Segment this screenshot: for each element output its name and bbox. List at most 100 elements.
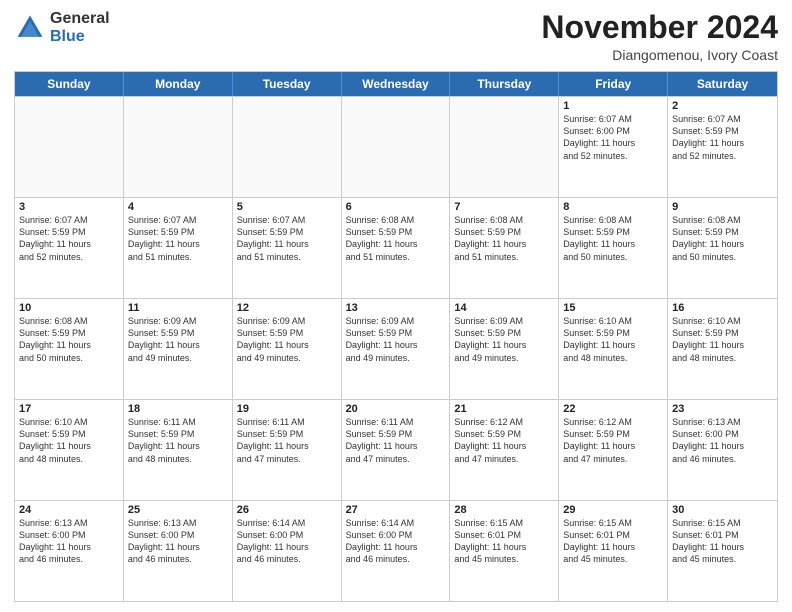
calendar-cell-day-2: 2Sunrise: 6:07 AM Sunset: 5:59 PM Daylig… bbox=[668, 97, 777, 197]
day-number: 7 bbox=[454, 201, 554, 213]
calendar-body: 1Sunrise: 6:07 AM Sunset: 6:00 PM Daylig… bbox=[15, 96, 777, 601]
cell-info: Sunrise: 6:08 AM Sunset: 5:59 PM Dayligh… bbox=[454, 214, 554, 263]
day-number: 20 bbox=[346, 403, 446, 415]
day-number: 17 bbox=[19, 403, 119, 415]
calendar-cell-day-10: 10Sunrise: 6:08 AM Sunset: 5:59 PM Dayli… bbox=[15, 299, 124, 399]
day-number: 13 bbox=[346, 302, 446, 314]
day-number: 9 bbox=[672, 201, 773, 213]
day-number: 11 bbox=[128, 302, 228, 314]
cell-info: Sunrise: 6:09 AM Sunset: 5:59 PM Dayligh… bbox=[128, 315, 228, 364]
cell-info: Sunrise: 6:08 AM Sunset: 5:59 PM Dayligh… bbox=[346, 214, 446, 263]
cell-info: Sunrise: 6:07 AM Sunset: 5:59 PM Dayligh… bbox=[672, 113, 773, 162]
day-number: 2 bbox=[672, 100, 773, 112]
calendar-row-1: 1Sunrise: 6:07 AM Sunset: 6:00 PM Daylig… bbox=[15, 96, 777, 197]
calendar-cell-day-25: 25Sunrise: 6:13 AM Sunset: 6:00 PM Dayli… bbox=[124, 501, 233, 601]
cell-info: Sunrise: 6:13 AM Sunset: 6:00 PM Dayligh… bbox=[19, 517, 119, 566]
cell-info: Sunrise: 6:11 AM Sunset: 5:59 PM Dayligh… bbox=[346, 416, 446, 465]
day-number: 14 bbox=[454, 302, 554, 314]
calendar-row-4: 17Sunrise: 6:10 AM Sunset: 5:59 PM Dayli… bbox=[15, 399, 777, 500]
calendar-cell-day-30: 30Sunrise: 6:15 AM Sunset: 6:01 PM Dayli… bbox=[668, 501, 777, 601]
day-number: 26 bbox=[237, 504, 337, 516]
logo-general: General bbox=[50, 10, 110, 28]
day-number: 23 bbox=[672, 403, 773, 415]
cell-info: Sunrise: 6:10 AM Sunset: 5:59 PM Dayligh… bbox=[563, 315, 663, 364]
logo: General Blue bbox=[14, 10, 110, 45]
calendar-cell-day-17: 17Sunrise: 6:10 AM Sunset: 5:59 PM Dayli… bbox=[15, 400, 124, 500]
calendar-cell-day-3: 3Sunrise: 6:07 AM Sunset: 5:59 PM Daylig… bbox=[15, 198, 124, 298]
day-number: 8 bbox=[563, 201, 663, 213]
cell-info: Sunrise: 6:15 AM Sunset: 6:01 PM Dayligh… bbox=[563, 517, 663, 566]
day-number: 10 bbox=[19, 302, 119, 314]
header: General Blue November 2024 Diangomenou, … bbox=[14, 10, 778, 63]
day-number: 5 bbox=[237, 201, 337, 213]
calendar-cell-day-7: 7Sunrise: 6:08 AM Sunset: 5:59 PM Daylig… bbox=[450, 198, 559, 298]
calendar-cell-day-8: 8Sunrise: 6:08 AM Sunset: 5:59 PM Daylig… bbox=[559, 198, 668, 298]
cell-info: Sunrise: 6:09 AM Sunset: 5:59 PM Dayligh… bbox=[237, 315, 337, 364]
cell-info: Sunrise: 6:07 AM Sunset: 5:59 PM Dayligh… bbox=[237, 214, 337, 263]
day-number: 1 bbox=[563, 100, 663, 112]
cell-info: Sunrise: 6:13 AM Sunset: 6:00 PM Dayligh… bbox=[672, 416, 773, 465]
cell-info: Sunrise: 6:08 AM Sunset: 5:59 PM Dayligh… bbox=[672, 214, 773, 263]
cell-info: Sunrise: 6:08 AM Sunset: 5:59 PM Dayligh… bbox=[563, 214, 663, 263]
cell-info: Sunrise: 6:07 AM Sunset: 5:59 PM Dayligh… bbox=[19, 214, 119, 263]
calendar-cell-empty bbox=[342, 97, 451, 197]
calendar-cell-day-11: 11Sunrise: 6:09 AM Sunset: 5:59 PM Dayli… bbox=[124, 299, 233, 399]
calendar-cell-empty bbox=[450, 97, 559, 197]
calendar-cell-day-4: 4Sunrise: 6:07 AM Sunset: 5:59 PM Daylig… bbox=[124, 198, 233, 298]
weekday-header-tuesday: Tuesday bbox=[233, 72, 342, 96]
cell-info: Sunrise: 6:12 AM Sunset: 5:59 PM Dayligh… bbox=[454, 416, 554, 465]
cell-info: Sunrise: 6:12 AM Sunset: 5:59 PM Dayligh… bbox=[563, 416, 663, 465]
day-number: 6 bbox=[346, 201, 446, 213]
cell-info: Sunrise: 6:10 AM Sunset: 5:59 PM Dayligh… bbox=[672, 315, 773, 364]
calendar-cell-day-5: 5Sunrise: 6:07 AM Sunset: 5:59 PM Daylig… bbox=[233, 198, 342, 298]
cell-info: Sunrise: 6:15 AM Sunset: 6:01 PM Dayligh… bbox=[672, 517, 773, 566]
calendar-cell-day-22: 22Sunrise: 6:12 AM Sunset: 5:59 PM Dayli… bbox=[559, 400, 668, 500]
page: General Blue November 2024 Diangomenou, … bbox=[0, 0, 792, 612]
calendar-cell-day-12: 12Sunrise: 6:09 AM Sunset: 5:59 PM Dayli… bbox=[233, 299, 342, 399]
calendar-row-2: 3Sunrise: 6:07 AM Sunset: 5:59 PM Daylig… bbox=[15, 197, 777, 298]
cell-info: Sunrise: 6:07 AM Sunset: 6:00 PM Dayligh… bbox=[563, 113, 663, 162]
calendar-cell-day-19: 19Sunrise: 6:11 AM Sunset: 5:59 PM Dayli… bbox=[233, 400, 342, 500]
calendar-cell-day-15: 15Sunrise: 6:10 AM Sunset: 5:59 PM Dayli… bbox=[559, 299, 668, 399]
cell-info: Sunrise: 6:09 AM Sunset: 5:59 PM Dayligh… bbox=[454, 315, 554, 364]
day-number: 30 bbox=[672, 504, 773, 516]
calendar-cell-day-20: 20Sunrise: 6:11 AM Sunset: 5:59 PM Dayli… bbox=[342, 400, 451, 500]
logo-icon bbox=[14, 12, 46, 44]
day-number: 29 bbox=[563, 504, 663, 516]
day-number: 27 bbox=[346, 504, 446, 516]
cell-info: Sunrise: 6:10 AM Sunset: 5:59 PM Dayligh… bbox=[19, 416, 119, 465]
calendar-cell-day-23: 23Sunrise: 6:13 AM Sunset: 6:00 PM Dayli… bbox=[668, 400, 777, 500]
weekday-header-saturday: Saturday bbox=[668, 72, 777, 96]
day-number: 4 bbox=[128, 201, 228, 213]
calendar-cell-empty bbox=[233, 97, 342, 197]
weekday-header-sunday: Sunday bbox=[15, 72, 124, 96]
calendar-cell-empty bbox=[124, 97, 233, 197]
calendar-cell-day-1: 1Sunrise: 6:07 AM Sunset: 6:00 PM Daylig… bbox=[559, 97, 668, 197]
day-number: 16 bbox=[672, 302, 773, 314]
logo-text: General Blue bbox=[50, 10, 110, 45]
weekday-header-wednesday: Wednesday bbox=[342, 72, 451, 96]
calendar-cell-day-26: 26Sunrise: 6:14 AM Sunset: 6:00 PM Dayli… bbox=[233, 501, 342, 601]
calendar: SundayMondayTuesdayWednesdayThursdayFrid… bbox=[14, 71, 778, 602]
day-number: 28 bbox=[454, 504, 554, 516]
cell-info: Sunrise: 6:14 AM Sunset: 6:00 PM Dayligh… bbox=[237, 517, 337, 566]
cell-info: Sunrise: 6:08 AM Sunset: 5:59 PM Dayligh… bbox=[19, 315, 119, 364]
cell-info: Sunrise: 6:14 AM Sunset: 6:00 PM Dayligh… bbox=[346, 517, 446, 566]
month-title: November 2024 bbox=[541, 10, 778, 45]
day-number: 15 bbox=[563, 302, 663, 314]
calendar-row-5: 24Sunrise: 6:13 AM Sunset: 6:00 PM Dayli… bbox=[15, 500, 777, 601]
calendar-cell-day-18: 18Sunrise: 6:11 AM Sunset: 5:59 PM Dayli… bbox=[124, 400, 233, 500]
cell-info: Sunrise: 6:11 AM Sunset: 5:59 PM Dayligh… bbox=[128, 416, 228, 465]
cell-info: Sunrise: 6:15 AM Sunset: 6:01 PM Dayligh… bbox=[454, 517, 554, 566]
calendar-header-row: SundayMondayTuesdayWednesdayThursdayFrid… bbox=[15, 72, 777, 96]
day-number: 24 bbox=[19, 504, 119, 516]
calendar-cell-empty bbox=[15, 97, 124, 197]
calendar-cell-day-16: 16Sunrise: 6:10 AM Sunset: 5:59 PM Dayli… bbox=[668, 299, 777, 399]
calendar-cell-day-9: 9Sunrise: 6:08 AM Sunset: 5:59 PM Daylig… bbox=[668, 198, 777, 298]
calendar-cell-day-24: 24Sunrise: 6:13 AM Sunset: 6:00 PM Dayli… bbox=[15, 501, 124, 601]
calendar-cell-day-29: 29Sunrise: 6:15 AM Sunset: 6:01 PM Dayli… bbox=[559, 501, 668, 601]
weekday-header-friday: Friday bbox=[559, 72, 668, 96]
calendar-cell-day-28: 28Sunrise: 6:15 AM Sunset: 6:01 PM Dayli… bbox=[450, 501, 559, 601]
weekday-header-monday: Monday bbox=[124, 72, 233, 96]
day-number: 25 bbox=[128, 504, 228, 516]
